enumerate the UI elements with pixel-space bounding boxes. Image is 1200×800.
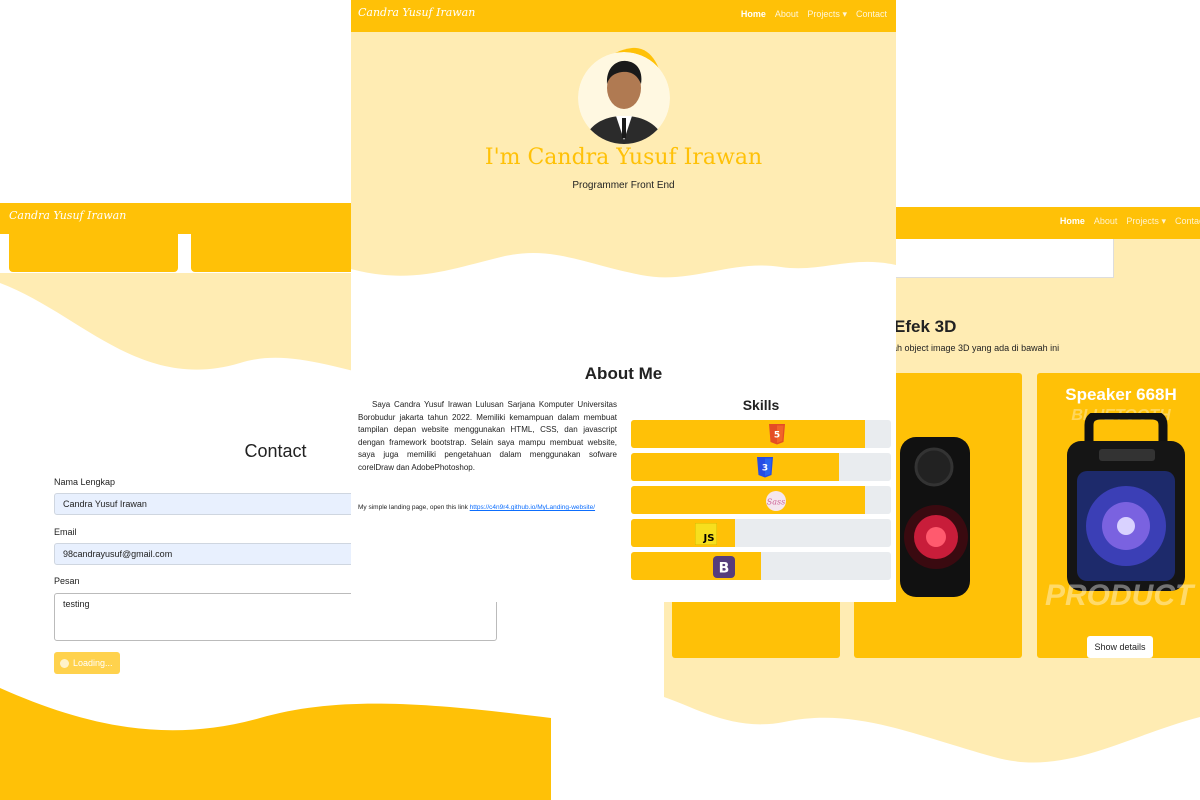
skill-bar-bootstrap: B [631, 552, 891, 580]
name-label: Nama Lengkap [54, 477, 116, 487]
about-link-paragraph: My simple landing page, open this link h… [358, 503, 617, 512]
product-bg-text: PRODUCT [1045, 579, 1194, 612]
navbar: Candra Yusuf Irawan Home About Projects … [351, 0, 896, 32]
show-details-button[interactable]: Show details [1087, 636, 1153, 658]
skill-fill [631, 420, 865, 448]
product-title: Speaker 668H [1065, 385, 1177, 404]
submit-button[interactable]: Loading... [54, 652, 120, 674]
avatar [578, 47, 670, 144]
wave-footer [664, 667, 1200, 763]
skill-fill [631, 552, 761, 580]
wave-divider [351, 245, 896, 305]
nav-home[interactable]: Home [741, 9, 766, 20]
about-text: Saya Candra Yusuf Irawan Lulusan Sarjana… [358, 400, 617, 472]
speaker-image [1067, 413, 1185, 591]
nav-about[interactable]: About [1094, 216, 1118, 227]
html5-icon: 5 [769, 424, 785, 445]
product-card[interactable]: Speaker 668H BLUETOOTH PRODUCT Show deta… [1037, 373, 1200, 658]
svg-text:3: 3 [762, 464, 768, 474]
skill-fill [631, 453, 839, 481]
card [191, 234, 361, 272]
speaker-image [900, 437, 970, 597]
css3-icon: 3 [757, 457, 773, 478]
nav-contact[interactable]: Contact [856, 9, 887, 20]
skill-bar-html: 5 [631, 420, 891, 448]
wave-footer [0, 688, 551, 800]
about-heading: About Me [584, 364, 663, 383]
svg-text:JS: JS [703, 533, 715, 544]
spinner-icon [60, 658, 69, 668]
nav-projects[interactable]: Projects ▾ [807, 9, 847, 20]
hero-role: Programmer Front End [572, 180, 675, 191]
sass-icon: Sass [766, 491, 786, 511]
nav-home[interactable]: Home [1060, 216, 1085, 227]
skills-heading: Skills [742, 397, 780, 413]
navbar-brand[interactable]: Candra Yusuf Irawan [358, 6, 475, 19]
svg-text:B: B [719, 561, 730, 577]
submit-button-label: Loading... [73, 658, 113, 668]
landing-page-screenshot: Candra Yusuf Irawan Home About Projects … [351, 0, 896, 602]
email-label: Email [54, 527, 77, 537]
section-heading: Efek 3D [894, 317, 957, 336]
skill-bar-css: 3 [631, 453, 891, 481]
nav-contact[interactable]: Contact [1175, 216, 1200, 227]
section-subtitle: arah object image 3D yang ada di bawah i… [884, 343, 1060, 353]
nav-links: Home About Projects ▾ Contact [1060, 216, 1200, 227]
nav-projects[interactable]: Projects ▾ [1126, 216, 1166, 227]
message-label: Pesan [54, 576, 80, 586]
skill-fill [631, 519, 735, 547]
skill-bar-sass: Sass [631, 486, 891, 514]
portfolio-link[interactable]: https://c4n9r4.github.io/MyLanding-websi… [470, 504, 595, 511]
nav-links: Home About Projects ▾ Contact [741, 9, 887, 20]
about-link-prefix: My simple landing page, open this link [358, 504, 470, 511]
svg-text:Sass: Sass [767, 498, 785, 507]
bootstrap-icon: B [713, 556, 735, 578]
svg-text:5: 5 [774, 431, 780, 441]
navbar-brand[interactable]: Candra Yusuf Irawan [9, 209, 126, 222]
hero-name: I'm Candra Yusuf Irawan [484, 145, 763, 170]
nav-about[interactable]: About [775, 9, 799, 20]
card [9, 234, 178, 272]
skill-bar-javascript: JS [631, 519, 891, 547]
javascript-icon: JS [695, 523, 717, 545]
skill-fill [631, 486, 865, 514]
